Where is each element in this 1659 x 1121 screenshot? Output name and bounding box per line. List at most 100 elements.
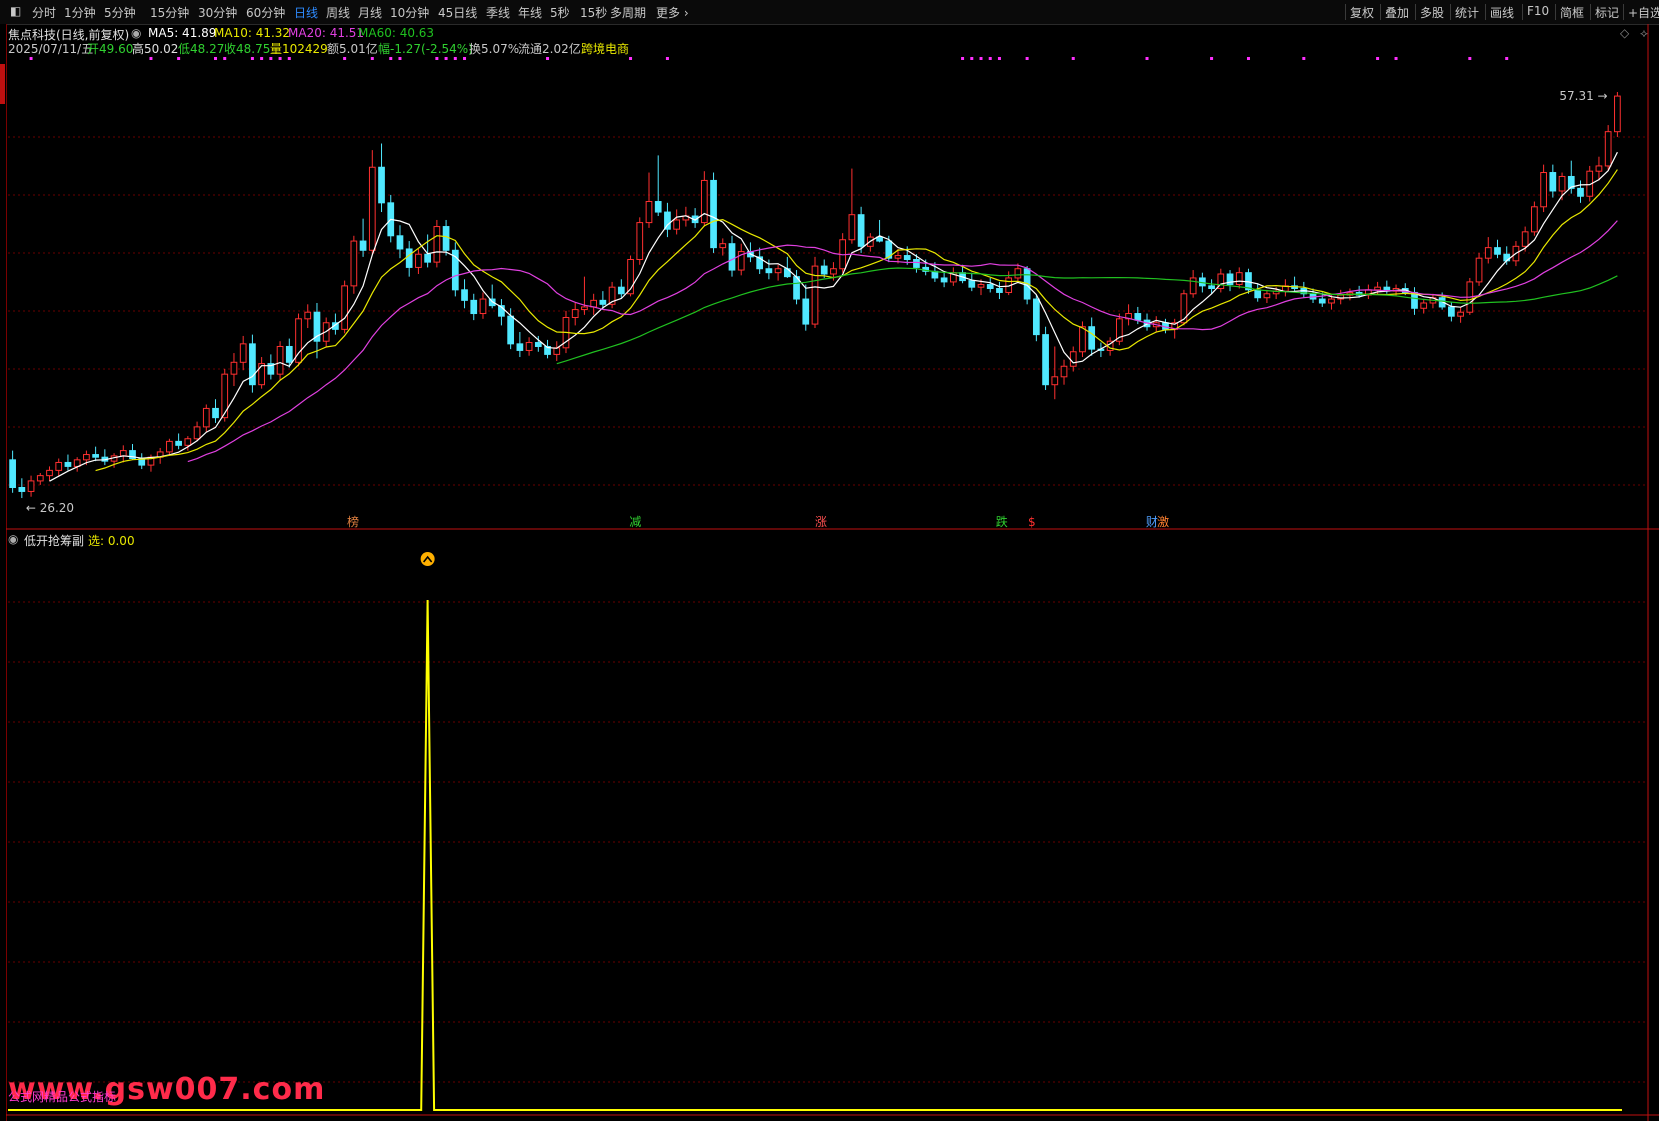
candle-body [64, 461, 72, 467]
candle-body [1531, 206, 1538, 233]
candle-body [654, 201, 662, 213]
candle-body [359, 240, 367, 251]
signal-dot [260, 57, 264, 60]
signal-dot [546, 57, 550, 60]
candle-body [664, 211, 671, 230]
candle-body [1014, 268, 1022, 279]
signal-dot [970, 57, 974, 60]
candle-body [820, 265, 828, 275]
candle-body [1263, 293, 1271, 299]
candle-body [913, 259, 920, 268]
candle-body [1208, 285, 1215, 289]
candle-body [55, 461, 63, 471]
signal-dot [665, 57, 669, 60]
event-marker-label: 财 [1146, 515, 1158, 529]
indicator-value: 选: 0.00 [88, 534, 135, 548]
candle-body [92, 454, 99, 458]
candle-body [848, 214, 856, 241]
candle-body [507, 315, 515, 345]
candle-body [424, 253, 431, 263]
candle-body [1614, 95, 1621, 133]
candle-body [1079, 326, 1086, 353]
signal-dot [214, 57, 218, 60]
candle-body [239, 343, 247, 363]
candle-body [940, 277, 948, 283]
event-marker-label: $ [1028, 515, 1036, 529]
candle-body [1254, 289, 1262, 299]
candle-body [1328, 298, 1335, 304]
candle-body [258, 363, 265, 386]
candle-body [903, 255, 911, 261]
candle-body [83, 454, 90, 461]
signal-dot [1302, 57, 1306, 60]
signal-dot [453, 57, 457, 60]
event-marker-label: 涨 [815, 514, 827, 529]
candle-body [1549, 172, 1557, 192]
candle-body [719, 243, 727, 249]
candle-body [977, 284, 985, 288]
candle-body [1420, 302, 1428, 309]
signal-dot [149, 57, 153, 60]
candle-body [36, 475, 44, 482]
signal-dot [1394, 57, 1398, 60]
candle-body [525, 342, 533, 351]
candle-body [276, 345, 284, 375]
candle-body [1235, 272, 1243, 286]
candle-body [461, 289, 468, 301]
candle-body [774, 268, 782, 274]
candle-body [202, 407, 210, 428]
signal-dot [1468, 57, 1472, 60]
signal-dot [1505, 57, 1509, 60]
signal-dot [389, 57, 393, 60]
candle-body [249, 343, 256, 386]
event-marker-label: 跌 [996, 514, 1008, 529]
signal-dot [287, 57, 291, 60]
event-marker-label: 减 [629, 515, 641, 529]
candle-body [350, 240, 358, 287]
candle-body [1494, 247, 1501, 255]
candle-body [166, 440, 173, 453]
candle-body [442, 226, 450, 251]
candle-body [700, 179, 708, 224]
signal-dot [343, 57, 347, 60]
candle-body [415, 253, 422, 268]
signal-dot [988, 57, 992, 60]
candle-body [996, 287, 1003, 293]
candle-body [1069, 351, 1077, 367]
candle-body [470, 299, 478, 315]
ma20-line [187, 220, 1618, 463]
candle-body [581, 306, 588, 311]
candle-body [46, 469, 53, 477]
ma10-line [95, 169, 1618, 472]
candle-body [986, 284, 994, 289]
candle-body [1060, 365, 1068, 378]
signal-dot [1071, 57, 1075, 60]
candle-body [18, 487, 26, 492]
candle-body [571, 309, 579, 318]
indicator-title[interactable]: 低开抢筹副 [24, 532, 84, 549]
candle-body [802, 298, 810, 325]
candle-body [968, 280, 976, 288]
candle-body [894, 255, 902, 259]
candle-body [1484, 247, 1492, 259]
spike-marker-icon [420, 552, 435, 566]
signal-dot [1210, 57, 1214, 60]
candle-body [1051, 376, 1059, 386]
candle-body [1448, 306, 1455, 317]
price-low-label: ← 26.20 [26, 501, 74, 515]
candle-body [1134, 313, 1142, 321]
candle-body [27, 480, 35, 492]
candle-body [285, 345, 293, 363]
candle-body [175, 440, 182, 446]
signal-dot [177, 57, 181, 60]
candle-body [1032, 298, 1040, 336]
signal-dot [223, 57, 227, 60]
candle-body [857, 214, 865, 247]
candle-body [1457, 311, 1464, 317]
candle-body [1088, 326, 1096, 350]
candle-body [636, 222, 644, 261]
candle-body [212, 407, 219, 419]
signal-dot [1376, 57, 1380, 60]
indicator-toggle-icon[interactable]: ◉ [8, 532, 18, 546]
kline-chart[interactable]: 57.31 → ← 26.20 榜 减 涨 跌 $ 财激 [0, 0, 1659, 1121]
